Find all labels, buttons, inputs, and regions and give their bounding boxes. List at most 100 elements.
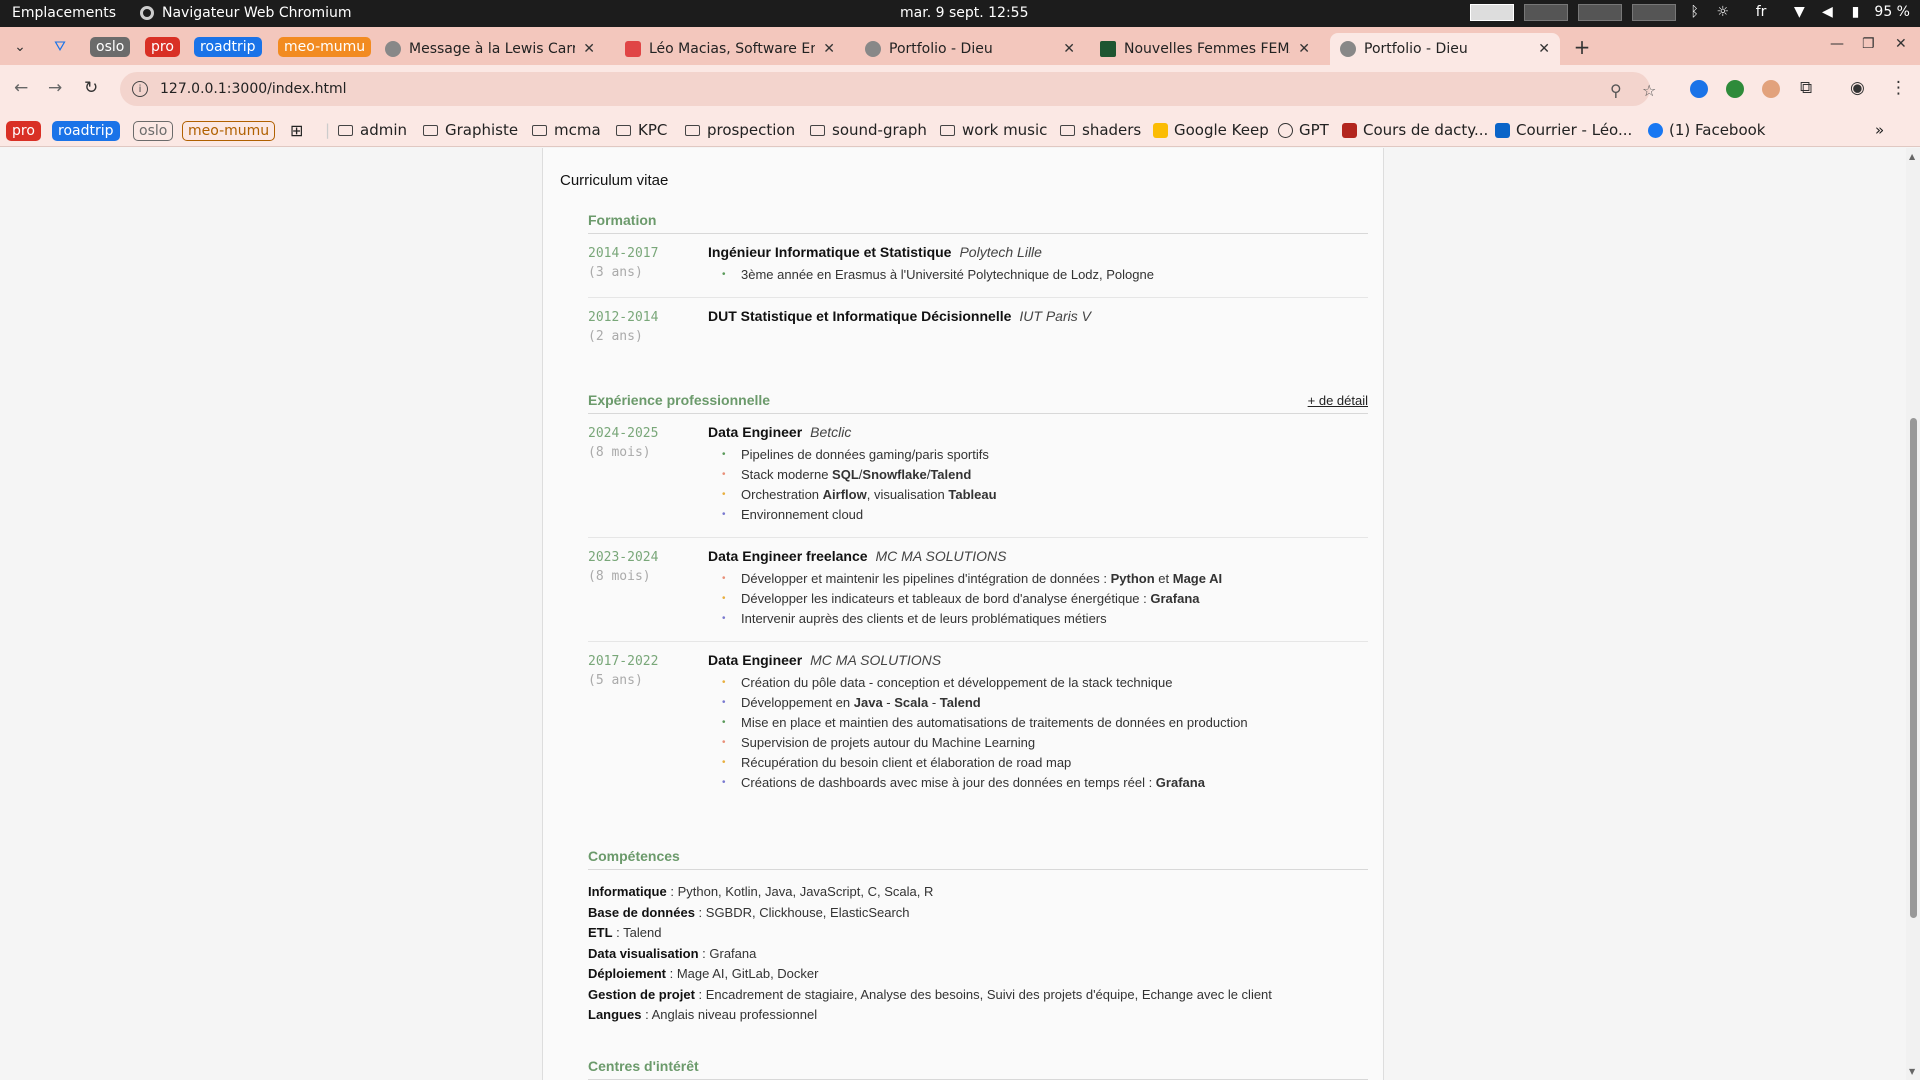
reload-icon[interactable]: ↻	[84, 78, 98, 98]
bookmark-group-pro[interactable]: pro	[6, 121, 41, 141]
bookmark-link[interactable]: Cours de dacty...	[1342, 121, 1488, 139]
bluetooth-icon[interactable]: ᛒ	[1686, 3, 1704, 21]
places-menu[interactable]: Emplacements	[12, 5, 116, 21]
forward-arrow-icon[interactable]: →	[48, 78, 62, 98]
bookmark-link[interactable]: GPT	[1278, 121, 1329, 139]
pinned-tab-icon[interactable]: ⛛	[48, 35, 72, 59]
tab[interactable]: Message à la Lewis Carroll ✕	[375, 33, 605, 65]
bookmark-folder[interactable]: shaders	[1060, 121, 1141, 139]
battery-level: 95 %	[1874, 4, 1910, 20]
battery-icon[interactable]: ▮	[1846, 3, 1864, 21]
link-label: GPT	[1299, 121, 1329, 139]
globe-icon	[1340, 41, 1356, 57]
scroll-up-arrow-icon[interactable]: ▲	[1909, 152, 1915, 161]
tab[interactable]: Portfolio - Dieu ✕	[855, 33, 1085, 65]
bookmark-folder[interactable]: KPC	[616, 121, 667, 139]
folder-icon	[685, 124, 700, 136]
profile-icon[interactable]: ◉	[1850, 78, 1865, 98]
menu-kebab-icon[interactable]: ⋮	[1890, 78, 1907, 98]
back-arrow-icon[interactable]: ←	[14, 78, 28, 98]
cv-card: Curriculum vitae Formation 2014-2017 (3 a…	[542, 148, 1384, 1080]
page-scrollbar[interactable]: ▲ ▼	[1906, 148, 1920, 1080]
new-tab-plus-icon[interactable]: +	[1570, 35, 1594, 59]
section-header: Formation	[588, 212, 1368, 234]
extension-icon[interactable]	[1726, 80, 1744, 98]
extension-icon[interactable]	[1762, 80, 1780, 98]
apps-grid-icon[interactable]: ⊞	[290, 121, 303, 140]
keyboard-layout[interactable]: fr	[1756, 4, 1767, 20]
bookmark-star-icon[interactable]: ☆	[1642, 81, 1656, 100]
bookmark-folder[interactable]: admin	[338, 121, 407, 139]
url-text[interactable]: 127.0.0.1:3000/index.html	[160, 81, 347, 97]
entry-content: Data Engineer freelance MC MA SOLUTIONS • D…	[708, 548, 1368, 629]
duration: (8 mois)	[588, 569, 651, 584]
restore-icon[interactable]: ❐	[1862, 36, 1875, 52]
bookmark-folder[interactable]: mcma	[532, 121, 601, 139]
site-info-icon[interactable]: i	[132, 81, 148, 97]
workspace-3[interactable]	[1577, 3, 1622, 21]
bullet-dot-icon: •	[722, 489, 726, 500]
tab-group-roadtrip[interactable]: roadtrip	[194, 37, 262, 57]
bullet-dot-icon: •	[722, 613, 726, 624]
bookmark-link[interactable]: (1) Facebook	[1648, 121, 1766, 139]
link-label: (1) Facebook	[1669, 121, 1766, 139]
entry-headline: Data Engineer MC MA SOLUTIONS	[708, 652, 1368, 668]
close-tab-icon[interactable]: ✕	[1063, 41, 1075, 57]
bullet-dot-icon: •	[722, 777, 726, 788]
close-window-icon[interactable]: ✕	[1895, 36, 1907, 52]
chromium-icon	[140, 6, 154, 20]
page-viewport[interactable]: Curriculum vitae Formation 2014-2017 (3 a…	[0, 148, 1906, 1080]
close-tab-icon[interactable]: ✕	[1538, 41, 1550, 57]
clock[interactable]: mar. 9 sept. 12:55	[900, 5, 1028, 21]
zoom-icon[interactable]: ⚲	[1610, 81, 1622, 100]
close-tab-icon[interactable]: ✕	[1298, 41, 1310, 57]
tab-search-chevron-icon[interactable]: ⌄	[8, 35, 32, 59]
bookmark-folder[interactable]: Graphiste	[423, 121, 518, 139]
date-range: 2014-2017	[588, 246, 659, 261]
more-detail-link[interactable]: + de détail	[1308, 393, 1368, 408]
cv-entry: 2014-2017 (3 ans) Ingénieur Informatique e…	[588, 234, 1368, 298]
bookmark-group-meo-mumu[interactable]: meo-mumu	[182, 121, 276, 141]
tab-group-pro[interactable]: pro	[145, 37, 180, 57]
scroll-down-arrow-icon[interactable]: ▼	[1909, 1067, 1915, 1076]
tab-active[interactable]: Portfolio - Dieu ✕	[1330, 33, 1560, 65]
tab-title: Léo Macias, Software Engineer	[649, 41, 816, 57]
volume-icon[interactable]: ◀	[1818, 3, 1836, 21]
workspace-1[interactable]	[1469, 3, 1514, 21]
interests-section: Centres d'intérêt	[588, 1058, 1368, 1080]
extension-icon[interactable]	[1690, 80, 1708, 98]
bullet-item: • Récupération du besoin client et élabor…	[708, 753, 1368, 773]
app-menu[interactable]: Navigateur Web Chromium	[140, 5, 352, 21]
close-tab-icon[interactable]: ✕	[583, 41, 595, 57]
tab[interactable]: Léo Macias, Software Engineer ✕	[615, 33, 845, 65]
folder-label: prospection	[707, 121, 796, 139]
workspace-2[interactable]	[1523, 3, 1568, 21]
entry-content: Data Engineer Betclic • Pipelines de donnée…	[708, 424, 1368, 525]
tab[interactable]: Nouvelles Femmes FEMA ✕	[1090, 33, 1320, 65]
bookmark-link[interactable]: Courrier - Léo...	[1495, 121, 1632, 139]
close-tab-icon[interactable]: ✕	[823, 41, 835, 57]
app-name: Navigateur Web Chromium	[162, 5, 352, 21]
entry-headline: Data Engineer Betclic	[708, 424, 1368, 440]
bullet-dot-icon: •	[722, 677, 726, 688]
wifi-icon[interactable]: ▼	[1790, 3, 1808, 21]
globe-icon	[865, 41, 881, 57]
bookmark-folder[interactable]: work music	[940, 121, 1047, 139]
workspace-4[interactable]	[1631, 3, 1676, 21]
bullet-item: • Intervenir auprès des clients et de leu…	[708, 609, 1368, 629]
bookmark-group-roadtrip[interactable]: roadtrip	[52, 121, 120, 141]
tab-group-oslo[interactable]: oslo	[90, 37, 131, 57]
scrollbar-thumb[interactable]	[1910, 418, 1917, 918]
brightness-icon[interactable]: ☼	[1714, 3, 1732, 21]
bookmark-group-oslo[interactable]: oslo	[133, 121, 174, 141]
section-title: Centres d'intérêt	[588, 1058, 699, 1074]
system-tray[interactable]: ᛒ ☼ fr ▼ ◀ ▮ 95 %	[1469, 3, 1910, 21]
tab-group-meo-mumu[interactable]: meo-mumu	[278, 37, 372, 57]
address-bar[interactable]: i 127.0.0.1:3000/index.html ⚲ ☆	[120, 72, 1656, 106]
more-bookmarks-chevron-icon[interactable]: »	[1875, 121, 1884, 139]
extensions-puzzle-icon[interactable]: ⧉	[1800, 78, 1812, 98]
bookmark-link[interactable]: Google Keep	[1153, 121, 1269, 139]
bookmark-folder[interactable]: prospection	[685, 121, 795, 139]
bookmark-folder[interactable]: sound-graph	[810, 121, 927, 139]
minimize-icon[interactable]: —	[1830, 36, 1844, 52]
